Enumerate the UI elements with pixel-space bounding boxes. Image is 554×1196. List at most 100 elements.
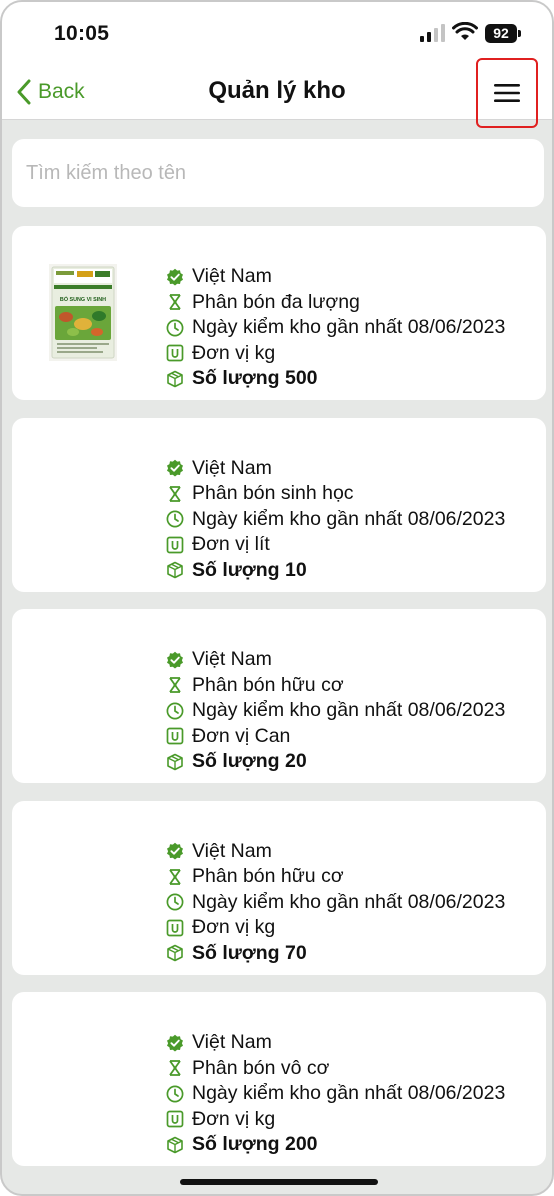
product-origin: Việt Nam [192,839,272,862]
box-icon [167,561,183,579]
product-card[interactable]: BỔ SUNG VI SINH Việt Nam Phân bón đa lượ… [12,226,546,400]
clock-icon [166,510,184,528]
product-check-date: Ngày kiểm kho gần nhất 08/06/2023 [192,316,506,339]
category-row: Phân bón hữu cơ [166,864,505,890]
product-card[interactable]: Việt Nam Phân bón hữu cơ Ngày kiểm kho g… [12,609,546,783]
fertilizer-icon [169,485,181,502]
box-icon [167,753,183,771]
product-list: BỔ SUNG VI SINH Việt Nam Phân bón đa lượ… [12,226,546,1184]
category-row: Phân bón vô cơ [166,1056,505,1082]
unit-row: Đơn vị kg [166,1107,505,1133]
status-time: 10:05 [54,22,110,45]
verified-badge-icon [167,460,183,477]
product-quantity: Số lượng 10 [192,558,307,581]
product-image: BỔ SUNG VI SINH [49,264,117,361]
product-info: Việt Nam Phân bón sinh học Ngày kiểm kho… [166,456,505,584]
product-card[interactable]: Việt Nam Phân bón sinh học Ngày kiểm kho… [12,417,546,592]
clock-icon [166,319,184,337]
product-unit: Đơn vị kg [192,1107,276,1130]
box-icon [167,1136,183,1154]
product-origin: Việt Nam [192,1031,272,1054]
product-origin: Việt Nam [192,265,272,288]
quantity-row: Số lượng 70 [166,941,505,967]
unit-icon [166,727,184,745]
product-check-date: Ngày kiểm kho gần nhất 08/06/2023 [192,890,506,913]
fertilizer-icon [169,1060,181,1077]
product-info: Việt Nam Phân bón hữu cơ Ngày kiểm kho g… [166,647,505,775]
status-bar: 10:05 92 [2,2,552,64]
clock-icon [166,893,184,911]
category-row: Phân bón hữu cơ [166,673,505,699]
product-category: Phân bón sinh học [192,482,354,505]
box-icon [167,944,183,962]
product-check-date: Ngày kiểm kho gần nhất 08/06/2023 [192,699,506,722]
product-category: Phân bón đa lượng [192,290,360,313]
unit-icon [166,1110,184,1128]
product-card[interactable]: Việt Nam Phân bón vô cơ Ngày kiểm kho gầ… [12,992,546,1166]
product-origin: Việt Nam [192,648,272,671]
unit-row: Đơn vị lít [166,532,505,558]
verified-badge-icon [167,843,183,860]
product-check-date: Ngày kiểm kho gần nhất 08/06/2023 [192,1082,506,1105]
origin-row: Việt Nam [166,264,505,290]
quantity-row: Số lượng 10 [166,558,505,584]
product-category: Phân bón hữu cơ [192,865,344,888]
quantity-row: Số lượng 200 [166,1132,505,1158]
product-quantity: Số lượng 70 [192,941,307,964]
wifi-icon [452,22,478,40]
product-quantity: Số lượng 20 [192,750,307,773]
clock-icon [166,1085,184,1103]
product-quantity: Số lượng 200 [192,1133,318,1156]
product-info: Việt Nam Phân bón hữu cơ Ngày kiểm kho g… [166,839,505,967]
product-image-label: BỔ SUNG VI SINH [60,296,106,303]
menu-button[interactable] [476,58,538,128]
product-quantity: Số lượng 500 [192,367,318,390]
unit-row: Đơn vị Can [166,724,505,750]
navigation-bar: Back Quản lý kho [2,58,552,128]
cellular-signal-icon [420,24,445,42]
check-date-row: Ngày kiểm kho gần nhất 08/06/2023 [166,1081,505,1107]
verified-badge-icon [167,268,183,286]
battery-tip [518,30,521,37]
origin-row: Việt Nam [166,647,505,673]
category-row: Phân bón đa lượng [166,290,505,316]
check-date-row: Ngày kiểm kho gần nhất 08/06/2023 [166,315,505,341]
hamburger-menu-icon [494,84,520,102]
product-category: Phân bón vô cơ [192,1056,330,1079]
product-card[interactable]: Việt Nam Phân bón hữu cơ Ngày kiểm kho g… [12,800,546,975]
unit-icon [166,536,184,554]
product-category: Phân bón hữu cơ [192,673,344,696]
product-info: Việt Nam Phân bón vô cơ Ngày kiểm kho gầ… [166,1030,505,1158]
quantity-row: Số lượng 500 [166,366,505,392]
origin-row: Việt Nam [166,456,505,482]
origin-row: Việt Nam [166,839,505,865]
product-unit: Đơn vị kg [192,341,276,364]
search-input[interactable] [12,139,544,207]
unit-row: Đơn vị kg [166,341,505,367]
category-row: Phân bón sinh học [166,481,505,507]
page-title: Quản lý kho [208,77,346,104]
clock-icon [166,702,184,720]
product-unit: Đơn vị Can [192,724,291,747]
box-icon [167,370,183,388]
origin-row: Việt Nam [166,1030,505,1056]
unit-icon [166,344,184,362]
unit-icon [166,919,184,937]
app-screen: 10:05 92 Back Quản lý kho Tìm kiếm theo … [0,0,554,1196]
verified-badge-icon [167,1034,183,1052]
check-date-row: Ngày kiểm kho gần nhất 08/06/2023 [166,507,505,533]
product-unit: Đơn vị lít [192,533,270,556]
quantity-row: Số lượng 20 [166,749,505,775]
verified-badge-icon [167,651,183,669]
fertilizer-icon [169,868,181,885]
product-check-date: Ngày kiểm kho gần nhất 08/06/2023 [192,507,506,530]
home-indicator[interactable] [180,1179,378,1185]
fertilizer-icon [169,294,181,311]
fertilizer-icon [169,677,181,694]
product-origin: Việt Nam [192,456,272,479]
check-date-row: Ngày kiểm kho gần nhất 08/06/2023 [166,890,505,916]
battery-indicator: 92 [485,24,517,43]
product-info: Việt Nam Phân bón đa lượng Ngày kiểm kho… [166,264,505,392]
product-unit: Đơn vị kg [192,916,276,939]
unit-row: Đơn vị kg [166,915,505,941]
